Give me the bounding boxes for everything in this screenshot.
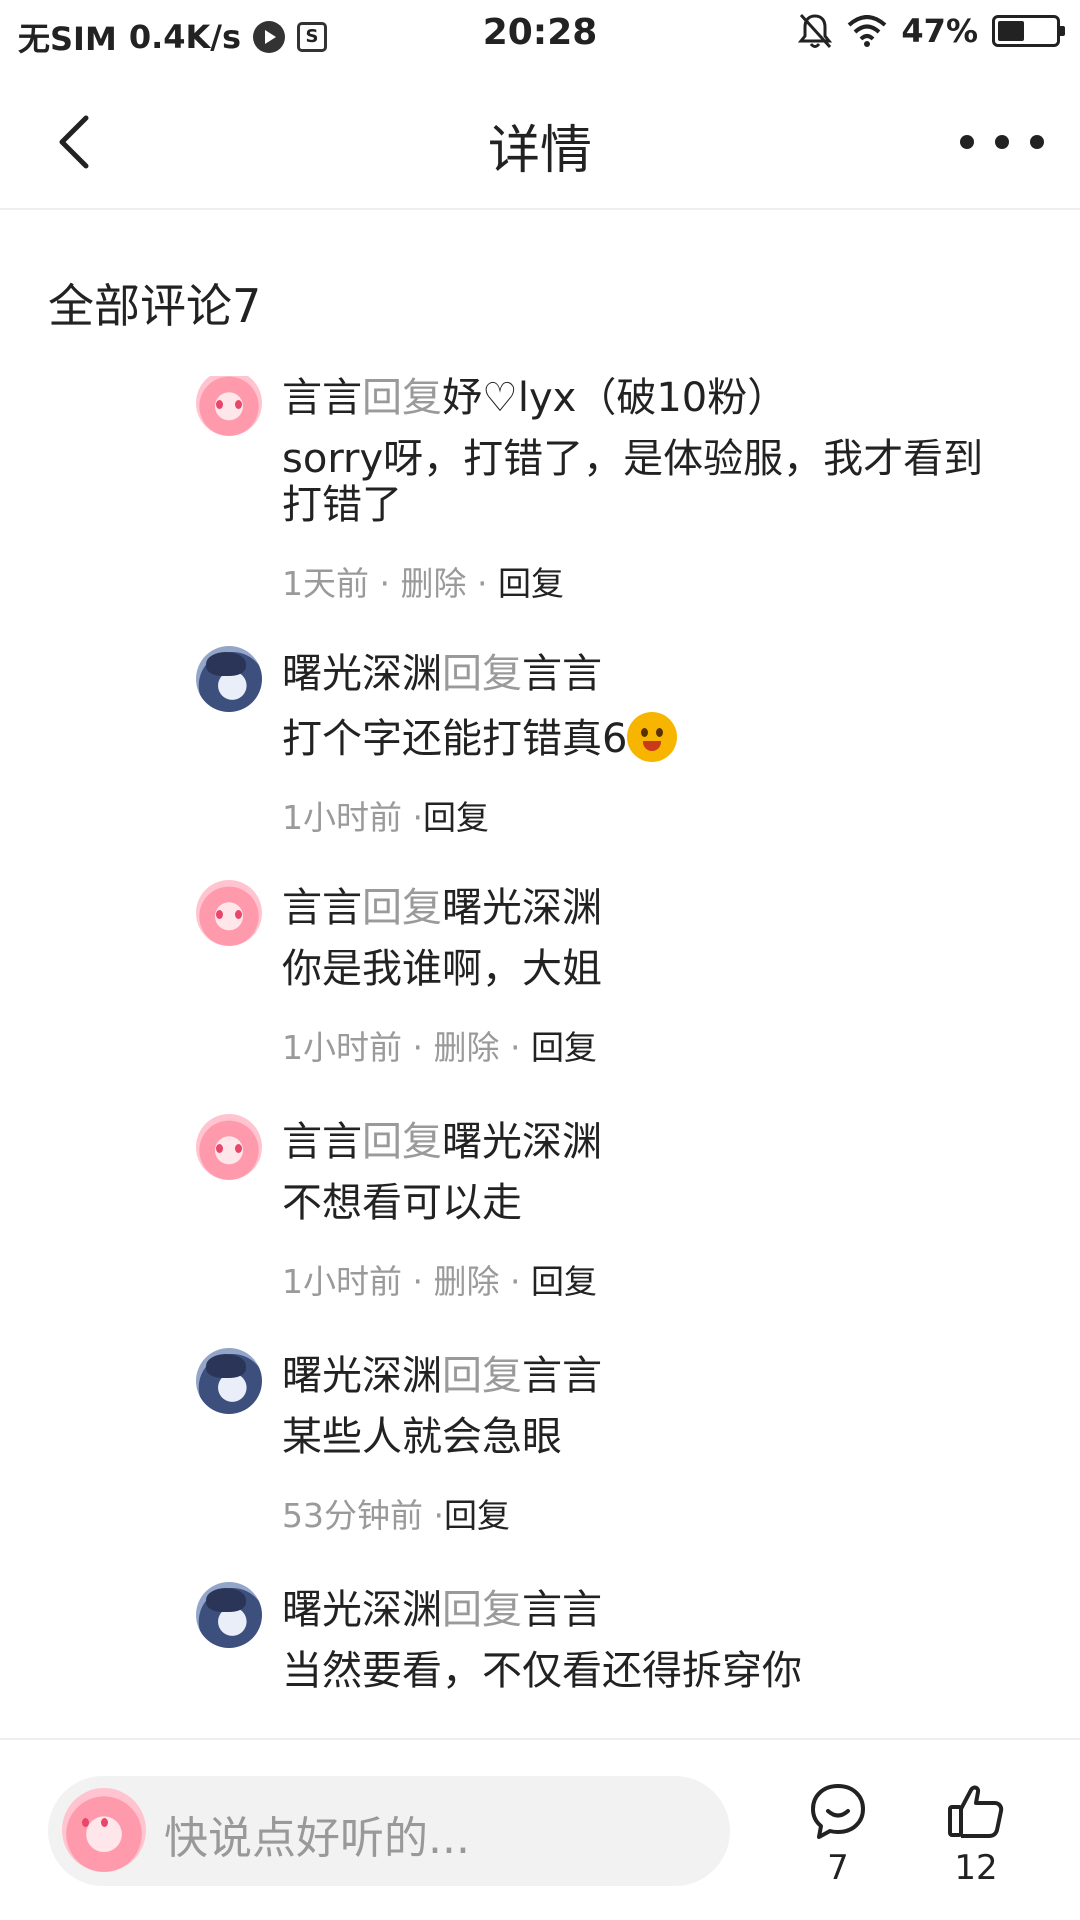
reply-link[interactable]: 回复: [498, 564, 564, 603]
comment-meta: 1小时前 · 删除 · 回复: [282, 1262, 597, 1301]
comment-body: 曙光深渊回复言言 打个字还能打错真6 1小时前 ·回复: [282, 646, 1022, 840]
comment-bubble-icon: [811, 1784, 865, 1839]
comment-time: 1小时前: [282, 1262, 402, 1301]
all-comments-title: 全部评论7: [48, 279, 262, 333]
comment-header: 曙光深渊回复言言: [282, 1582, 1022, 1638]
reply-target[interactable]: 言言: [522, 1587, 602, 1633]
my-avatar: [62, 1788, 146, 1872]
comment-time: 53分钟前: [282, 1496, 423, 1535]
status-bar: 无SIM 0.4K/s S 20:28 47%: [0, 0, 1080, 72]
like-count: 12: [954, 1848, 998, 1888]
comment-header: 曙光深渊回复言言: [282, 646, 1022, 702]
detail-screen: 无SIM 0.4K/s S 20:28 47% 详情 全部评论7 言言回复妤♡l…: [0, 0, 1080, 1920]
avatar[interactable]: [196, 1114, 262, 1180]
more-button[interactable]: [960, 112, 1044, 172]
comment-header: 言言回复曙光深渊: [282, 1114, 1022, 1170]
reply-link[interactable]: 回复: [531, 1262, 597, 1301]
comment-text: 当然要看，不仅看还得拆穿你: [282, 1648, 802, 1694]
more-icon-dot: [995, 135, 1009, 149]
more-icon-dot: [1030, 135, 1044, 149]
avatar[interactable]: [196, 1348, 262, 1414]
grin-emoji-icon: [627, 712, 678, 762]
comment-count: 7: [827, 1848, 849, 1888]
more-icon: [960, 135, 974, 149]
battery-text: 47%: [901, 12, 978, 50]
comment-text: 打个字还能打错真6: [282, 712, 1022, 762]
reply-link[interactable]: 回复: [531, 1028, 597, 1067]
comment-list[interactable]: 言言回复妤♡lyx（破10粉） sorry呀，打错了，是体验服，我才看到打错了 …: [0, 376, 1080, 1736]
avatar[interactable]: [196, 880, 262, 946]
comment-body: 言言回复曙光深渊 不想看可以走 1小时前 · 删除 · 回复: [282, 1114, 1022, 1304]
comment-body: 言言回复妤♡lyx（破10粉） sorry呀，打错了，是体验服，我才看到打错了 …: [282, 376, 1022, 606]
delete-link[interactable]: 删除: [433, 1028, 499, 1067]
reply-word: 回复: [362, 885, 442, 931]
comment-text: 某些人就会急眼: [282, 1414, 562, 1460]
thumbs-up-icon: [948, 1785, 1004, 1838]
comment-author[interactable]: 言言: [282, 376, 362, 421]
comment-time: 1小时前: [282, 1028, 402, 1067]
reply-word: 回复: [362, 376, 442, 421]
mute-icon: [798, 13, 833, 49]
comment-author[interactable]: 曙光深渊: [282, 651, 442, 697]
comment-input[interactable]: 快说点好听的...: [48, 1776, 730, 1886]
comment-body: 言言回复曙光深渊 你是我谁啊，大姐 1小时前 · 删除 · 回复: [282, 880, 1022, 1070]
comment-input-placeholder: 快说点好听的...: [164, 1813, 470, 1864]
battery-icon: [992, 15, 1065, 47]
comment-text: 你是我谁啊，大姐: [282, 946, 602, 992]
comment-text: 不想看可以走: [282, 1180, 522, 1226]
comment-count-button[interactable]: 7: [778, 1780, 898, 1888]
reply-target[interactable]: 言言: [522, 651, 602, 697]
reply-target[interactable]: 妤♡lyx（破10粉）: [442, 376, 787, 421]
reply-link[interactable]: 回复: [444, 1496, 510, 1535]
comment-meta: 1小时前 ·回复: [282, 798, 489, 837]
delete-link[interactable]: 删除: [433, 1262, 499, 1301]
bottom-bar: 快说点好听的... 7 12: [0, 1738, 1080, 1920]
comment-text-content: 打个字还能打错真6: [282, 716, 628, 762]
avatar[interactable]: [196, 376, 262, 436]
avatar[interactable]: [196, 646, 262, 712]
comment-text: sorry呀，打错了，是体验服，我才看到打错了: [282, 436, 984, 528]
comment-author[interactable]: 言言: [282, 885, 362, 931]
reply-link[interactable]: 回复: [423, 798, 489, 837]
comment-meta: 1天前 · 删除 · 回复: [282, 564, 564, 603]
comment-body: 曙光深渊回复言言 当然要看，不仅看还得拆穿你: [282, 1582, 1022, 1694]
comment-meta: 1小时前 · 删除 · 回复: [282, 1028, 597, 1067]
wifi-icon: [848, 15, 887, 47]
comment-header: 言言回复妤♡lyx（破10粉）: [282, 376, 1022, 426]
reply-word: 回复: [362, 1119, 442, 1165]
avatar[interactable]: [196, 1582, 262, 1648]
comment-author[interactable]: 曙光深渊: [282, 1587, 442, 1633]
reply-word: 回复: [442, 651, 522, 697]
page-title: 详情: [487, 121, 592, 181]
comment-header: 曙光深渊回复言言: [282, 1348, 1022, 1404]
status-right: 47%: [797, 12, 1065, 50]
nav-bar: 详情: [0, 72, 1080, 210]
comment-time: 1小时前: [282, 798, 402, 837]
reply-target[interactable]: 言言: [522, 1353, 602, 1399]
comment-time: 1天前: [282, 564, 369, 603]
reply-target[interactable]: 曙光深渊: [442, 885, 602, 931]
reply-word: 回复: [442, 1587, 522, 1633]
comment-body: 曙光深渊回复言言 某些人就会急眼 53分钟前 ·回复: [282, 1348, 1022, 1538]
comment-header: 言言回复曙光深渊: [282, 880, 1022, 936]
like-button[interactable]: 12: [916, 1780, 1036, 1888]
comment-author[interactable]: 言言: [282, 1119, 362, 1165]
battery-fill: [998, 21, 1024, 41]
reply-target[interactable]: 曙光深渊: [442, 1119, 602, 1165]
comment-author[interactable]: 曙光深渊: [282, 1353, 442, 1399]
comment-meta: 53分钟前 ·回复: [282, 1496, 510, 1535]
delete-link[interactable]: 删除: [400, 564, 466, 603]
reply-word: 回复: [442, 1353, 522, 1399]
